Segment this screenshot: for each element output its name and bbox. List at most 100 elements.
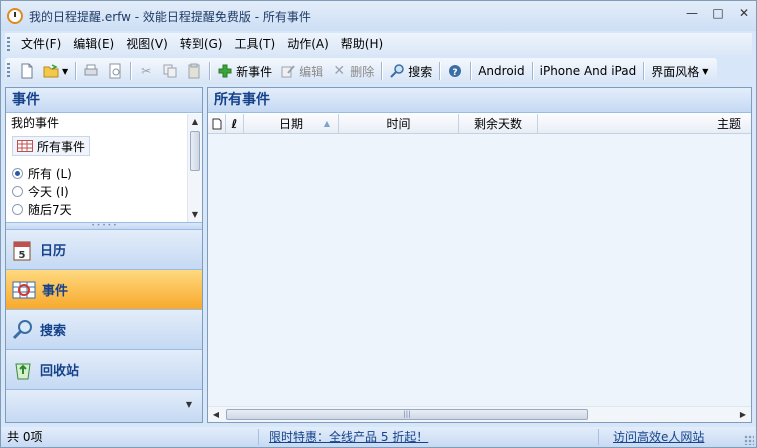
horizontal-scrollbar[interactable]: ◀ ||| ▶ <box>208 406 751 422</box>
toolbar-separator <box>381 62 383 80</box>
toolbar-separator <box>209 62 211 80</box>
navigation-pane: 事件 我的事件 所有事件 所有 (L) 今天 (I) 随后7天 ▲ ▼ • • … <box>5 87 203 423</box>
open-folder-icon <box>43 63 59 79</box>
menu-actions[interactable]: 动作(A) <box>281 34 335 54</box>
column-subject-label: 主题 <box>716 117 741 131</box>
toolbar: ▼ ✂ 新事件 编辑 ✕ 删除 搜索 ? Android iPhone And … <box>5 58 717 84</box>
document-icon <box>212 118 221 130</box>
menu-tools[interactable]: 工具(T) <box>228 34 281 54</box>
column-subject[interactable]: 主题 <box>538 114 751 134</box>
filter-next7days-label: 随后7天 <box>28 202 72 217</box>
vertical-scrollbar[interactable]: ▲ ▼ <box>187 114 202 222</box>
horizontal-scroll-thumb[interactable]: ||| <box>226 409 588 420</box>
nav-recycle-bin-label: 回收站 <box>40 364 80 379</box>
events-view: 所有事件 ℓ 日期 ▲ 时间 剩余天数 主题 ◀ ||| ▶ <box>207 87 752 423</box>
column-time[interactable]: 时间 <box>339 114 459 134</box>
window-title: 我的日程提醒.erfw - 效能日程提醒免费版 - 所有事件 <box>29 9 311 24</box>
events-table-header: ℓ 日期 ▲ 时间 剩余天数 主题 <box>208 114 751 134</box>
svg-text:5: 5 <box>19 250 26 261</box>
search-button[interactable]: 搜索 <box>385 60 436 82</box>
resize-grip[interactable] <box>744 435 754 445</box>
help-icon: ? <box>447 63 463 79</box>
column-time-label: 时间 <box>386 117 411 131</box>
menubar-grip[interactable] <box>7 37 10 51</box>
toolbar-separator <box>130 62 132 80</box>
filter-next7days-radio[interactable]: 随后7天 <box>12 200 72 218</box>
menu-help[interactable]: 帮助(H) <box>335 34 389 54</box>
filter-today-radio[interactable]: 今天 (I) <box>12 182 69 200</box>
scroll-down-icon[interactable]: ▼ <box>188 207 202 222</box>
dropdown-arrow-icon[interactable]: ▼ <box>62 67 68 76</box>
toolbar-separator <box>643 62 645 80</box>
menu-edit[interactable]: 编辑(E) <box>67 34 120 54</box>
column-type[interactable] <box>208 114 226 134</box>
print-button[interactable] <box>79 60 103 82</box>
search-icon <box>12 319 32 339</box>
help-button[interactable]: ? <box>443 60 467 82</box>
column-date-label: 日期 <box>278 117 303 131</box>
nav-recycle-bin[interactable]: 回收站 <box>6 350 202 390</box>
nav-search[interactable]: 搜索 <box>6 310 202 350</box>
sort-ascending-icon: ▲ <box>323 119 330 128</box>
delete-icon: ✕ <box>333 63 346 79</box>
column-days-remaining-label: 剩余天数 <box>473 117 522 131</box>
scroll-thumb[interactable] <box>190 131 200 171</box>
nav-events-label: 事件 <box>42 284 69 299</box>
paste-icon <box>186 63 202 79</box>
calendar-icon: 5 <box>13 241 31 261</box>
nav-calendar-label: 日历 <box>40 244 67 259</box>
svg-text:?: ? <box>453 68 458 78</box>
website-link[interactable]: 访问高效e人网站 <box>599 429 704 445</box>
column-attachment[interactable]: ℓ <box>226 114 244 134</box>
copy-button[interactable] <box>158 60 182 82</box>
maximize-icon[interactable]: □ <box>712 7 724 19</box>
window-controls: — □ ✕ <box>686 7 750 19</box>
toolbar-separator <box>439 62 441 80</box>
scroll-right-icon[interactable]: ▶ <box>735 407 751 423</box>
menu-file[interactable]: 文件(F) <box>15 34 67 54</box>
cut-button[interactable]: ✂ <box>134 60 158 82</box>
paste-button[interactable] <box>182 60 206 82</box>
chevron-down-icon[interactable]: ▼ <box>186 400 192 409</box>
open-file-button[interactable]: ▼ <box>39 60 72 82</box>
recycle-bin-icon <box>15 363 31 379</box>
filter-all-radio[interactable]: 所有 (L) <box>12 164 72 182</box>
android-button[interactable]: Android <box>474 60 528 82</box>
item-count: 共 0项 <box>1 429 259 445</box>
toolbar-separator <box>75 62 77 80</box>
events-table-body[interactable] <box>208 134 751 406</box>
all-events-folder[interactable]: 所有事件 <box>12 136 91 156</box>
new-file-button[interactable] <box>15 60 39 82</box>
pane-splitter[interactable]: • • • • • <box>6 222 202 230</box>
new-file-icon <box>19 63 35 79</box>
menu-view[interactable]: 视图(V) <box>120 34 174 54</box>
scroll-left-icon[interactable]: ◀ <box>208 407 224 423</box>
print-icon <box>83 63 99 79</box>
menu-goto[interactable]: 转到(G) <box>174 34 229 54</box>
close-icon[interactable]: ✕ <box>738 7 750 19</box>
scroll-up-icon[interactable]: ▲ <box>188 114 202 129</box>
print-preview-icon <box>107 63 123 79</box>
delete-button[interactable]: ✕ 删除 <box>327 60 378 82</box>
promo-link[interactable]: 限时特惠：全线产品 5 折起！ <box>259 429 599 445</box>
print-preview-button[interactable] <box>103 60 127 82</box>
new-event-button[interactable]: 新事件 <box>213 60 276 82</box>
column-date[interactable]: 日期 ▲ <box>244 114 339 134</box>
menu-bar: 文件(F) 编辑(E) 视图(V) 转到(G) 工具(T) 动作(A) 帮助(H… <box>5 33 752 55</box>
app-window: 我的日程提醒.erfw - 效能日程提醒免费版 - 所有事件 — □ ✕ 文件(… <box>0 0 757 448</box>
radio-selected-icon <box>12 167 23 179</box>
theme-dropdown[interactable]: 界面风格 ▼ <box>647 60 712 82</box>
minimize-icon[interactable]: — <box>686 7 698 19</box>
theme-label: 界面风格 <box>651 64 700 79</box>
toolbar-grip[interactable] <box>7 63 10 79</box>
nav-calendar[interactable]: 5 日历 <box>6 230 202 270</box>
cut-icon: ✂ <box>141 64 152 78</box>
copy-icon <box>162 63 178 79</box>
iphone-ipad-button[interactable]: iPhone And iPad <box>536 60 641 82</box>
column-days-remaining[interactable]: 剩余天数 <box>459 114 538 134</box>
edit-button[interactable]: 编辑 <box>276 60 327 82</box>
filter-today-label: 今天 (I) <box>28 184 69 199</box>
event-filter-panel: 我的事件 所有事件 所有 (L) 今天 (I) 随后7天 ▲ ▼ <box>6 114 202 222</box>
radio-icon <box>12 203 23 215</box>
nav-events[interactable]: 事件 <box>6 270 202 310</box>
